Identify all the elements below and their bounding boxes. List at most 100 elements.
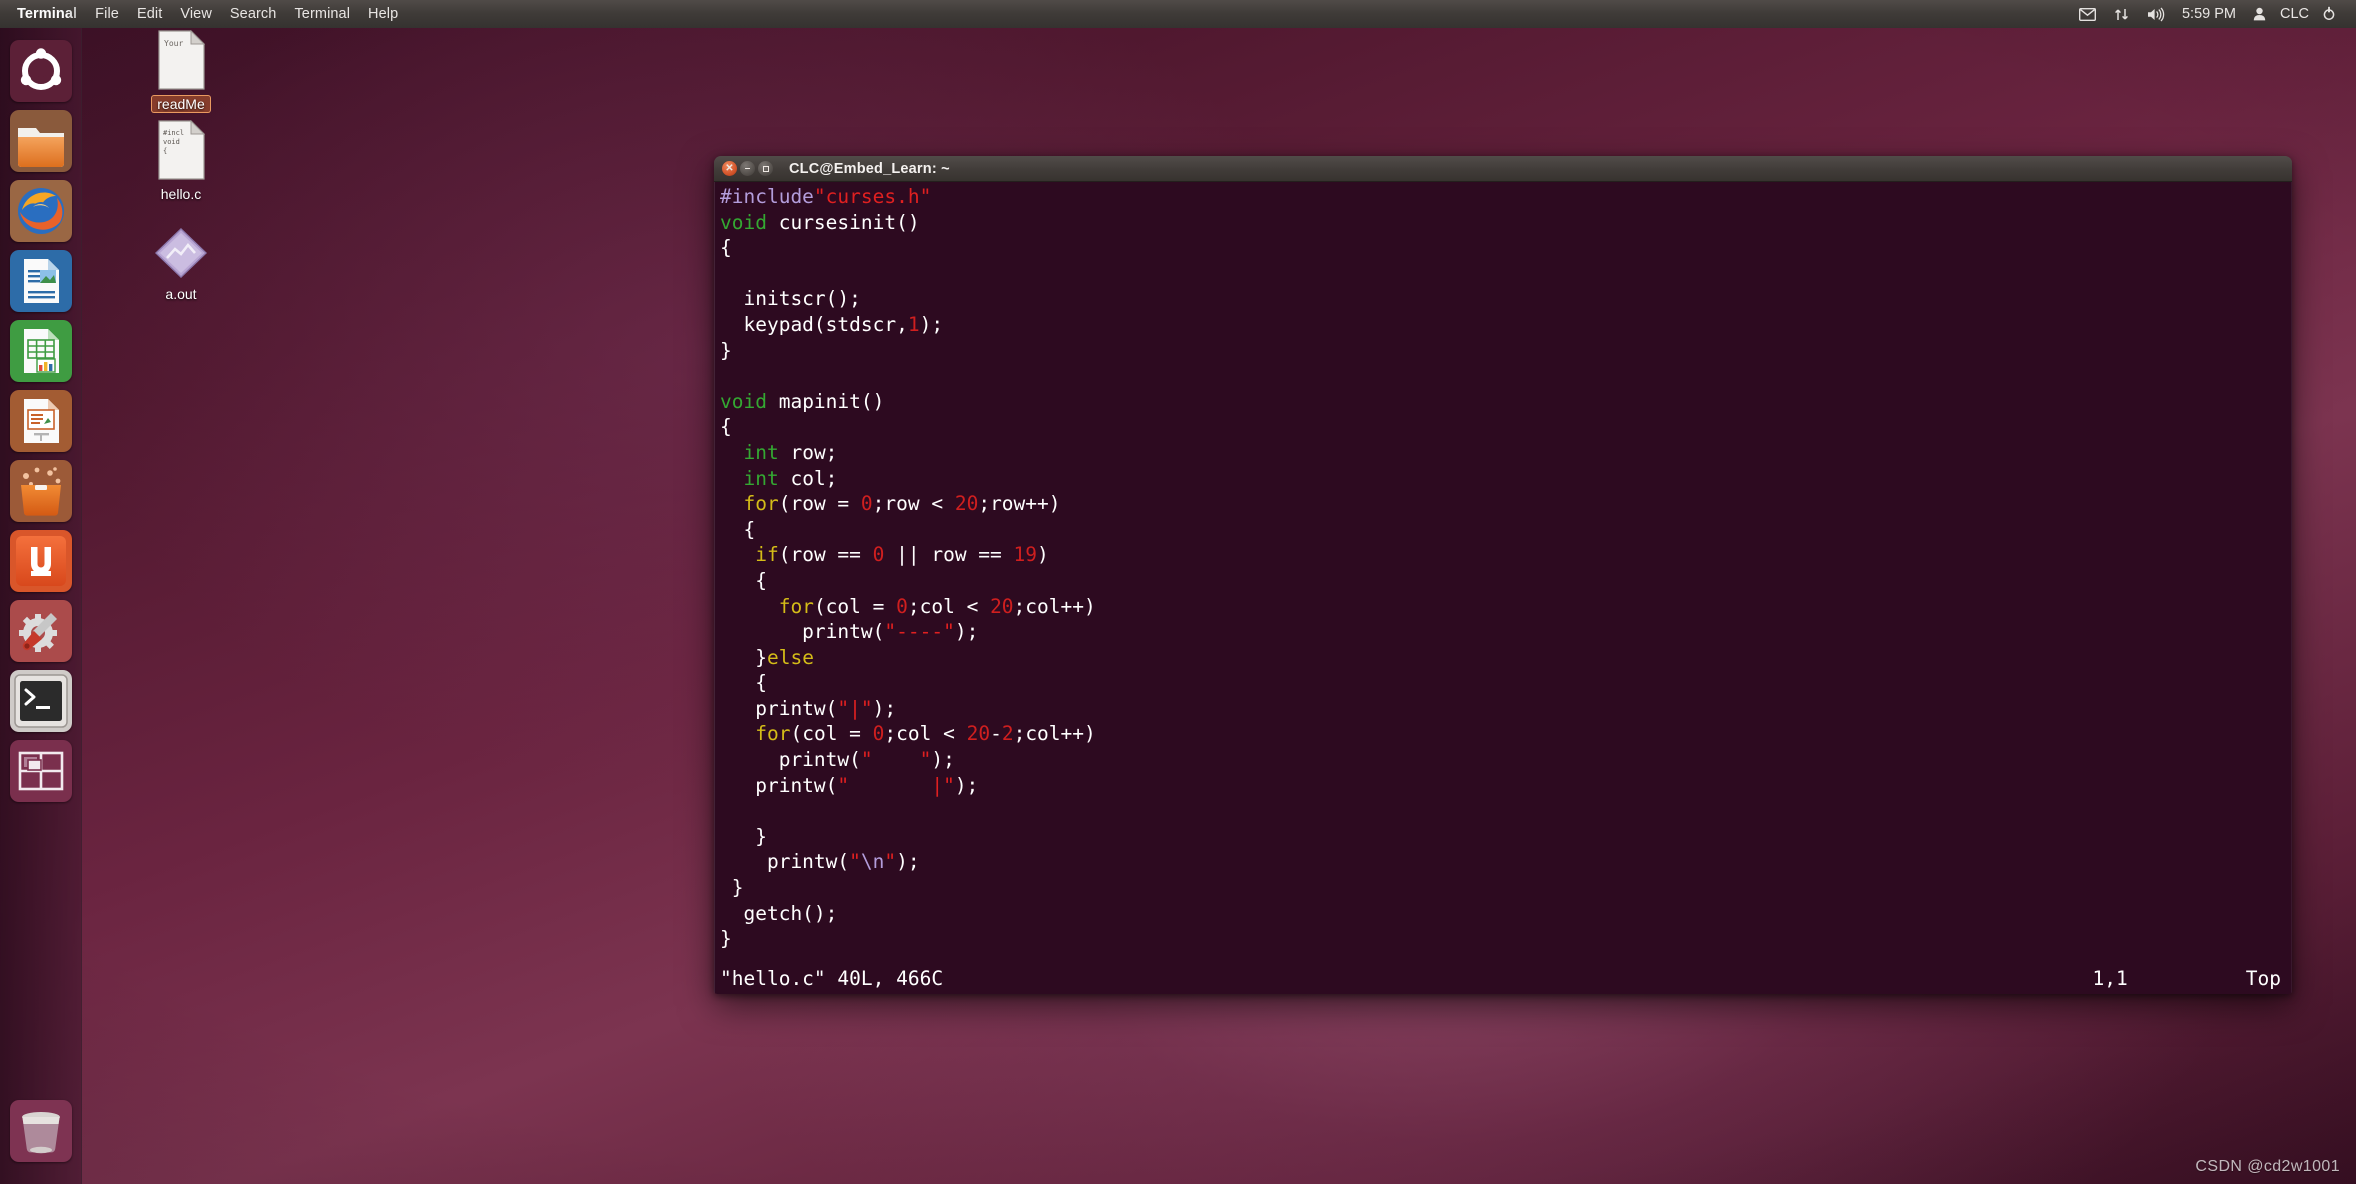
launcher-item-ubuntu-one[interactable] [9, 530, 72, 592]
user-icon[interactable] [2244, 0, 2275, 28]
code-token: } [720, 824, 767, 848]
code-token: 0 [872, 722, 885, 746]
code-line: }else [720, 645, 2291, 671]
menu-menu-help[interactable]: Help [359, 0, 407, 28]
code-token: } [720, 645, 767, 669]
terminal-window[interactable]: ✕ – CLC@Embed_Learn: ~ #include"curses.h… [714, 156, 2292, 994]
desktop-icon-label: readMe [151, 95, 211, 113]
code-token: 0 [896, 594, 908, 618]
code-token: col; [778, 466, 838, 490]
code-line: void cursesinit() [720, 210, 2291, 236]
code-token: " [849, 850, 861, 874]
code-token: for [755, 722, 791, 746]
code-token: ;col++) [1013, 594, 1096, 618]
code-line: } [720, 875, 2291, 901]
code-token: ); [954, 773, 979, 797]
maximize-icon [762, 165, 769, 172]
code-token: 0 [872, 543, 885, 567]
code-token: \n [860, 850, 885, 874]
code-token: "curses.h" [813, 185, 932, 208]
code-line: for(col = 0;col < 20-2;col++) [720, 721, 2291, 747]
code-token: for [743, 492, 779, 516]
launcher-item-firefox[interactable] [9, 180, 72, 242]
code-token: keypad(stdscr, [720, 312, 908, 336]
vim-status-line: "hello.c" 40L, 466C 1,1 Top [720, 967, 2281, 990]
code-token: - [990, 722, 1002, 746]
executable-binary-icon [125, 218, 237, 280]
code-token: ); [896, 850, 920, 874]
code-token: ); [954, 620, 979, 644]
code-token: initscr(); [720, 287, 861, 311]
code-line: printw("|"); [720, 696, 2291, 722]
code-token: getch(); [720, 901, 838, 925]
menu-menu-view[interactable]: View [171, 0, 221, 28]
session-name[interactable]: CLC [2275, 6, 2312, 22]
network-updown-icon[interactable] [2105, 0, 2138, 28]
clock[interactable]: 5:59 PM [2174, 6, 2244, 22]
code-line: int row; [720, 440, 2291, 466]
code-line: getch(); [720, 901, 2291, 927]
envelope-icon[interactable] [2070, 0, 2105, 28]
code-token: { [720, 568, 767, 592]
terminal-body[interactable]: #include"curses.h" void cursesinit(){ ini… [714, 182, 2292, 994]
maximize-button[interactable] [758, 161, 773, 176]
code-token: " " [860, 748, 932, 772]
launcher-item-workspace-switcher[interactable] [9, 740, 72, 802]
launcher-item-libreoffice-impress[interactable] [9, 390, 72, 452]
launcher-item-dash-home[interactable] [9, 40, 72, 102]
vim-editor-content[interactable]: #include"curses.h" void cursesinit(){ ini… [720, 184, 2291, 994]
code-line: printw("\n"); [720, 849, 2291, 875]
code-token: { [720, 517, 756, 541]
svg-text:void: void [163, 138, 180, 146]
code-token: "----" [884, 620, 955, 644]
desktop-icon-a-out[interactable]: a.out [125, 218, 237, 308]
code-token: ;col < [884, 722, 967, 746]
launcher-item-software-center[interactable] [9, 460, 72, 522]
code-token: (col = [813, 594, 897, 618]
launcher-item-trash[interactable] [10, 1100, 72, 1162]
code-token: { [720, 236, 732, 260]
code-token: printw( [720, 748, 861, 772]
code-token: " [884, 850, 897, 874]
launcher-item-terminal[interactable] [9, 670, 72, 732]
vim-status-scroll-position: Top [2245, 967, 2281, 990]
code-token: 20 [990, 594, 1014, 618]
global-menu-bar: Terminal File Edit View Search Terminal Help [11, 0, 407, 28]
code-token: ) [1037, 543, 1049, 567]
code-token: || row == [884, 543, 1014, 567]
close-button[interactable]: ✕ [722, 161, 737, 176]
code-token: ;row < [872, 492, 955, 516]
menu-menu-edit[interactable]: Edit [128, 0, 171, 28]
code-token: mapinit() [766, 389, 885, 413]
code-token: (col = [790, 722, 873, 746]
launcher-item-files[interactable] [9, 110, 72, 172]
code-token: ); [919, 312, 944, 336]
menu-menu-file[interactable]: File [86, 0, 128, 28]
code-line: { [720, 568, 2291, 594]
code-token: int [743, 440, 779, 464]
menu-menu-terminal[interactable]: Terminal [285, 0, 359, 28]
menu-app-title[interactable]: Terminal [11, 0, 86, 28]
launcher-item-libreoffice-calc[interactable] [9, 320, 72, 382]
launcher-item-system-settings[interactable] [9, 600, 72, 662]
minimize-button[interactable]: – [740, 161, 755, 176]
desktop-icon-readme[interactable]: Your readMe [125, 28, 237, 118]
code-token: void [720, 210, 767, 234]
desktop-icon-hello-c[interactable]: #incl void { hello.c [125, 118, 237, 208]
code-token: 0 [860, 492, 873, 516]
launcher-item-libreoffice-writer[interactable] [9, 250, 72, 312]
code-line: #include"curses.h" [720, 184, 2291, 210]
terminal-title-bar[interactable]: ✕ – CLC@Embed_Learn: ~ [714, 156, 2292, 182]
power-gear-icon[interactable] [2312, 0, 2346, 28]
volume-icon[interactable] [2138, 0, 2174, 28]
code-token: ;row++) [978, 492, 1061, 516]
menu-menu-search[interactable]: Search [221, 0, 286, 28]
code-line: } [720, 926, 2291, 952]
svg-text:#incl: #incl [163, 129, 184, 137]
code-token: void [720, 389, 767, 413]
code-line: keypad(stdscr,1); [720, 312, 2291, 338]
